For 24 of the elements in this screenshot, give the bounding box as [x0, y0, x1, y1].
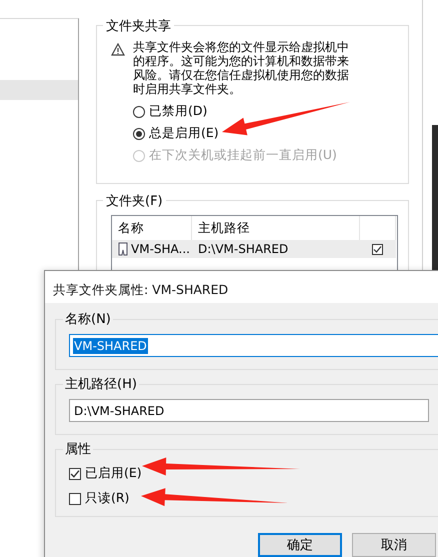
warning-icon — [111, 43, 125, 56]
checkbox[interactable] — [69, 468, 81, 480]
group-title: 属性 — [63, 440, 93, 458]
radio-button[interactable] — [133, 128, 145, 140]
dialog-title: 共享文件夹属性: VM-SHARED — [45, 271, 438, 303]
dialog-button[interactable]: 取消 — [352, 533, 436, 557]
checkbox-label[interactable]: 只读(R) — [85, 490, 130, 507]
warning-text: 共享文件夹会将您的文件显示给虚拟机中的程序。这可能为您的计算机和数据带来风险。请仅在您信任虚拟机使用您的数据时启用共享文件夹。 — [133, 40, 350, 96]
group-title: 文件夹共享 — [103, 17, 174, 35]
field-label: 名称(N) — [63, 310, 113, 328]
folder-icon — [118, 242, 128, 256]
checkbox[interactable] — [372, 244, 383, 254]
checkbox-label[interactable]: 已启用(E) — [85, 465, 142, 482]
radio-label[interactable]: 总是启用(E) — [149, 125, 219, 142]
field-label: 主机路径(H) — [63, 375, 139, 393]
radio-button[interactable] — [133, 106, 145, 118]
dialog-button[interactable]: 确定 — [258, 533, 342, 557]
text-field[interactable]: D:\VM-SHARED — [69, 399, 429, 422]
radio-label[interactable]: 已禁用(D) — [149, 103, 208, 120]
table-cell: D:\VM-SHARED — [192, 240, 360, 258]
text-field[interactable]: VM-SHARED — [69, 334, 438, 357]
group-title: 文件夹(F) — [103, 192, 166, 210]
folder-name: VM-SHA... — [131, 241, 190, 258]
checkbox[interactable] — [69, 492, 81, 504]
